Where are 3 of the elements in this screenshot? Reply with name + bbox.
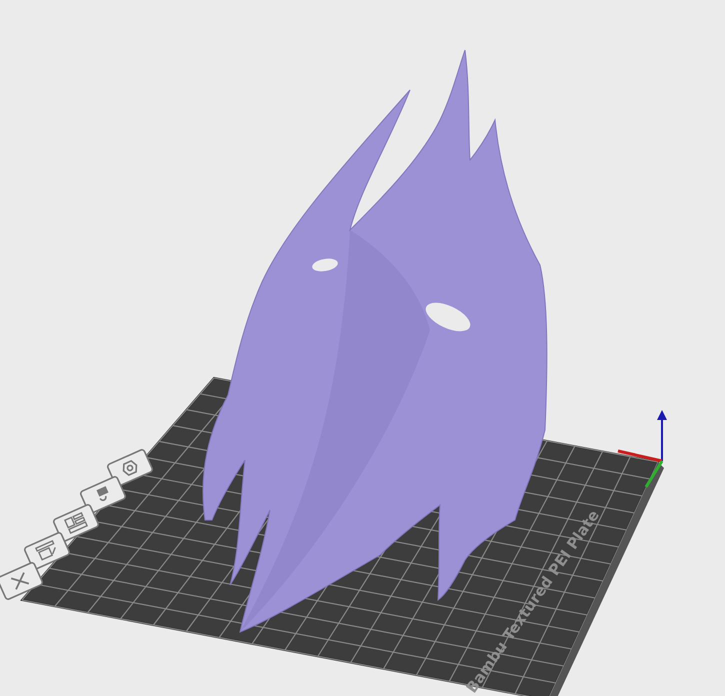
toolbar-button[interactable]	[0, 561, 44, 601]
eye-hole	[312, 258, 338, 272]
eye-hole	[426, 302, 470, 332]
